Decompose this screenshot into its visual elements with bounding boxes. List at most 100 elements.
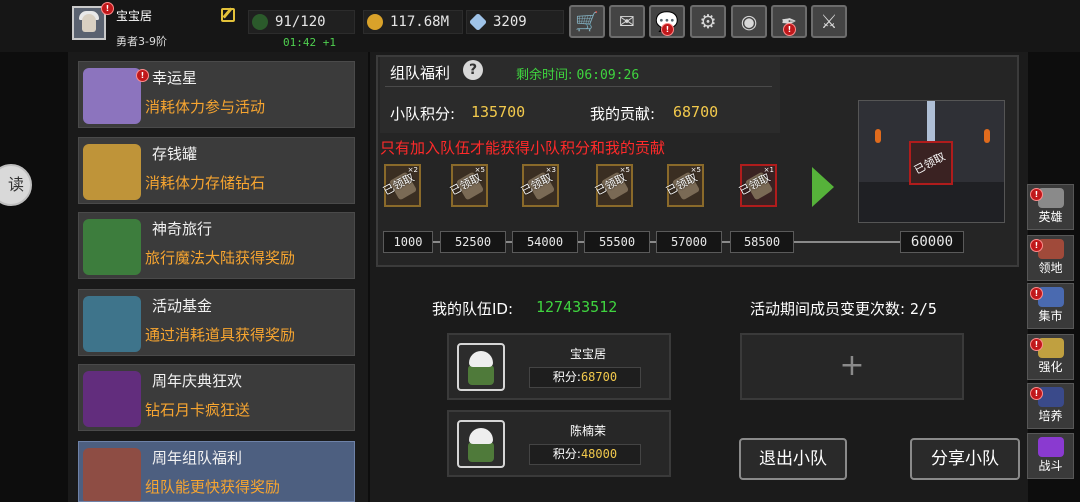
diamond-stat[interactable]: 3209 <box>466 10 564 34</box>
add-member-button[interactable]: + <box>740 333 964 400</box>
nav-label: 强化 <box>1038 360 1063 374</box>
event-item[interactable]: 神奇旅行旅行魔法大陆获得奖励 <box>78 212 355 279</box>
mail-icon: ✉ <box>619 10 635 33</box>
event-item[interactable]: 幸运星 消耗体力参与活动! <box>78 61 355 128</box>
alert-icon: ! <box>1030 387 1043 400</box>
swords-button[interactable]: ⚔ <box>811 5 847 38</box>
diamond-icon <box>468 12 488 32</box>
milestone-value: 60000 <box>900 231 964 253</box>
team-member-card[interactable]: 宝宝居积分:68700 <box>447 333 671 400</box>
remaining-time-label: 剩余时间: <box>516 68 573 83</box>
gold-stat[interactable]: 117.68M <box>363 10 463 34</box>
leave-team-button[interactable]: 退出小队 <box>739 438 847 480</box>
team-warning-text: 只有加入队伍才能获得小队积分和我的贡献 <box>380 139 666 157</box>
alert-icon: ! <box>1030 338 1043 351</box>
member-avatar <box>457 420 505 468</box>
cart-icon: 🛒 <box>575 11 599 33</box>
mail-button[interactable]: ✉ <box>609 5 645 38</box>
event-item[interactable]: 存钱罐消耗体力存储钻石 <box>78 137 355 204</box>
gold-coin-icon <box>367 14 383 30</box>
event-title: 神奇旅行 <box>152 220 213 238</box>
avatar-alert-icon: ! <box>101 2 114 15</box>
info-divider <box>385 86 772 87</box>
member-changes: 活动期间成员变更次数: 2/5 <box>750 298 937 319</box>
alert-icon: ! <box>661 23 674 36</box>
lightning-icon <box>252 14 268 30</box>
alert-icon: ! <box>1030 239 1043 252</box>
event-title: 存钱罐 <box>152 145 198 163</box>
settings-button[interactable]: ⚙ <box>690 5 726 38</box>
event-icon <box>83 144 141 200</box>
color-wheel-button[interactable]: ◉ <box>731 5 767 38</box>
member-score-label: 积分: <box>552 370 581 384</box>
edit-icon[interactable] <box>221 8 235 22</box>
event-icon <box>83 68 141 124</box>
color-wheel-icon: ◉ <box>740 10 758 33</box>
event-desc: 通过消耗道具获得奖励 <box>145 326 296 344</box>
reward-slot[interactable]: ×3 已领取 <box>519 164 559 207</box>
event-title: 周年庆典狂欢 <box>152 372 243 390</box>
nav-label: 集市 <box>1038 309 1063 323</box>
share-team-button[interactable]: 分享小队 <box>910 438 1020 480</box>
nav-market[interactable]: 集市! <box>1027 283 1074 329</box>
energy-regen-timer: 01:42 +1 <box>283 36 336 49</box>
cart-button[interactable]: 🛒 <box>569 5 605 38</box>
team-member-card[interactable]: 陈楠茉积分:48000 <box>447 410 671 477</box>
energy-stat[interactable]: 91/120 <box>248 10 355 34</box>
nav-battle[interactable]: 战斗 <box>1027 433 1074 479</box>
alert-icon: ! <box>1030 188 1043 201</box>
event-desc: 组队能更快获得奖励 <box>145 478 281 496</box>
team-id-value: 127433512 <box>536 298 618 316</box>
team-score-value: 135700 <box>471 103 526 121</box>
reward-slot[interactable]: ×5 已领取 <box>664 164 704 207</box>
event-desc: 消耗体力存储钻石 <box>145 174 266 192</box>
milestone-value: 1000 <box>383 231 433 253</box>
reward-slot[interactable]: ×1 已领取 <box>737 164 777 207</box>
milestone-value: 54000 <box>512 231 578 253</box>
reward-slot[interactable]: ×5 已领取 <box>593 164 633 207</box>
swords-icon: ⚔ <box>820 10 838 33</box>
team-welfare-title: 组队福利 <box>390 64 451 82</box>
event-desc: 旅行魔法大陆获得奖励 <box>145 249 296 267</box>
member-name: 陈楠茉 <box>569 424 606 438</box>
event-item[interactable]: 周年组队福利组队能更快获得奖励 <box>78 441 355 502</box>
member-changes-label: 活动期间成员变更次数: <box>750 300 906 318</box>
event-title: 周年组队福利 <box>152 449 243 467</box>
reward-slot[interactable]: ×5 已领取 <box>448 164 488 207</box>
event-desc: 消耗体力参与活动 <box>145 98 266 116</box>
nav-enhance[interactable]: 强化! <box>1027 334 1074 380</box>
event-icon <box>83 219 141 275</box>
remaining-time: 剩余时间: 06:09:26 <box>516 64 639 83</box>
nav-train[interactable]: 培养! <box>1027 383 1074 429</box>
reading-badge[interactable]: 读 <box>0 164 32 206</box>
event-icon <box>83 371 141 427</box>
help-icon[interactable]: ? <box>463 60 483 80</box>
event-icon <box>83 296 141 352</box>
remaining-time-value: 06:09:26 <box>576 68 640 83</box>
member-name: 宝宝居 <box>569 347 606 361</box>
player-level: 勇者3-9阶 <box>116 35 167 48</box>
nav-hero[interactable]: 英雄! <box>1027 184 1074 230</box>
nav-castle[interactable]: 领地! <box>1027 235 1074 281</box>
event-item[interactable]: 活动基金通过消耗道具获得奖励 <box>78 289 355 356</box>
contribution-value: 68700 <box>673 103 719 121</box>
event-title: 活动基金 <box>152 297 213 315</box>
member-score: 积分:68700 <box>529 367 641 388</box>
alert-icon: ! <box>1030 287 1043 300</box>
grand-reward-scene[interactable]: 已领取 <box>858 100 1005 223</box>
next-arrow-icon[interactable] <box>812 167 834 207</box>
chat-button[interactable]: 💬! <box>649 5 685 38</box>
grand-reward-chest-icon: 已领取 <box>909 141 953 185</box>
reward-slot[interactable]: ×2 已领取 <box>381 164 421 207</box>
member-score-value: 68700 <box>580 370 618 384</box>
member-score-value: 48000 <box>580 447 618 461</box>
event-icon <box>83 448 141 501</box>
feather-button[interactable]: ✒! <box>771 5 807 38</box>
member-score: 积分:48000 <box>529 444 641 465</box>
gold-value: 117.68M <box>390 14 450 30</box>
contribution-label: 我的贡献: <box>590 105 656 123</box>
event-item[interactable]: 周年庆典狂欢 钻石月卡疯狂送 <box>78 364 355 431</box>
nav-label: 领地 <box>1038 261 1063 275</box>
milestone-value: 55500 <box>584 231 650 253</box>
battle-icon <box>1037 437 1064 457</box>
